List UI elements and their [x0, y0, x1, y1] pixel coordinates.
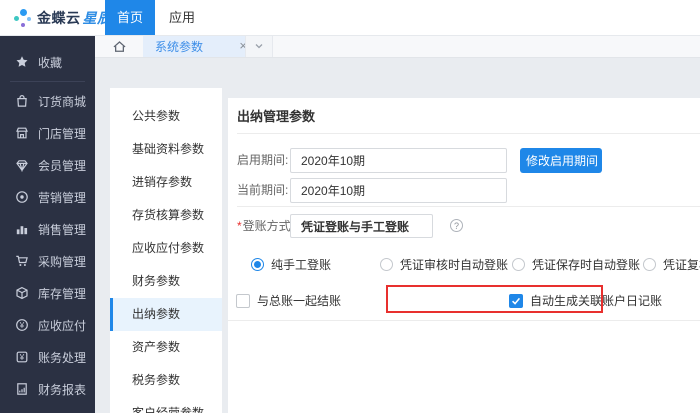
divider [237, 206, 700, 207]
sidebar-item-label: 账务处理 [38, 349, 86, 366]
nav-item-asset-params[interactable]: 资产参数 [110, 331, 222, 364]
posting-method-input[interactable] [290, 214, 433, 238]
checkbox-unchecked-icon [236, 294, 250, 308]
top-tab-home[interactable]: 首页 [105, 0, 155, 35]
page-title: 出纳管理参数 [237, 106, 315, 125]
home-icon[interactable] [112, 39, 127, 54]
modify-start-period-button[interactable]: 修改启用期间 [520, 148, 602, 173]
bar-chart-icon [15, 222, 29, 236]
top-bar: 金蝶云 星辰 专业版 首页 应用 [0, 0, 700, 36]
chevron-down-icon [253, 40, 265, 52]
sidebar-item-order-mall[interactable]: 订货商城 [0, 85, 95, 117]
sidebar-divider [10, 81, 85, 82]
checkbox-close-with-general-ledger[interactable]: 与总账一起结账 [236, 292, 341, 309]
checkbox-checked-icon [509, 294, 523, 308]
current-period-label: 当前期间: [237, 178, 288, 203]
document-tab-strip: 系统参数 × [95, 35, 700, 58]
sidebar-item-label: 销售管理 [38, 221, 86, 238]
sidebar-item-financial-reports[interactable]: 财务报表 [0, 373, 95, 405]
sidebar-item-label: 收藏 [38, 54, 62, 71]
sidebar-item-ar-ap[interactable]: ¥ 应收应付 [0, 309, 95, 341]
start-period-input[interactable] [290, 148, 507, 173]
svg-text:¥: ¥ [19, 353, 25, 362]
logo-dots-icon [13, 6, 32, 30]
sidebar-item-favorites[interactable]: 收藏 [0, 46, 95, 78]
radio-selected-icon [251, 258, 264, 271]
nav-item-stock-accounting-params[interactable]: 存货核算参数 [110, 199, 222, 232]
sidebar-item-label: 应收应付 [38, 317, 86, 334]
top-tab-apps[interactable]: 应用 [158, 0, 206, 35]
sidebar-item-label: 会员管理 [38, 157, 86, 174]
yen-square-icon: ¥ [15, 350, 29, 364]
cashier-params-panel: 出纳管理参数 启用期间: 修改启用期间 当前期间: *登账方式: ? 纯手工登账… [228, 98, 700, 413]
nav-item-finance-params[interactable]: 财务参数 [110, 265, 222, 298]
radio-pure-manual-posting[interactable]: 纯手工登账 [251, 256, 331, 273]
cube-icon [15, 286, 29, 300]
radio-auto-post-on-voucher-audit[interactable]: 凭证审核时自动登账 [380, 256, 508, 273]
sidebar-item-label: 门店管理 [38, 125, 86, 142]
nav-item-cashier-params[interactable]: 出纳参数 [110, 298, 222, 331]
report-icon [15, 382, 29, 396]
sidebar-item-accounting[interactable]: ¥ 账务处理 [0, 341, 95, 373]
sidebar-item-label: 采购管理 [38, 253, 86, 270]
divider [228, 320, 700, 321]
sidebar-item-store-mgmt[interactable]: 门店管理 [0, 117, 95, 149]
sidebar-item-sales-mgmt[interactable]: 销售管理 [0, 213, 95, 245]
doc-tab-system-params[interactable]: 系统参数 × [143, 35, 255, 57]
cart-icon [15, 254, 29, 268]
param-category-nav: 公共参数 基础资料参数 进销存参数 存货核算参数 应收应付参数 财务参数 出纳参… [110, 88, 222, 413]
svg-text:¥: ¥ [19, 321, 25, 330]
nav-item-ar-ap-params[interactable]: 应收应付参数 [110, 232, 222, 265]
nav-item-customer-ops-params[interactable]: 客户经营参数 [110, 397, 222, 413]
bag-icon [15, 94, 29, 108]
help-icon[interactable]: ? [450, 219, 463, 232]
doc-tab-label: 系统参数 [155, 38, 235, 55]
current-period-input[interactable] [290, 178, 507, 203]
posting-method-label: *登账方式: [237, 214, 294, 238]
sidebar-item-label: 订货商城 [38, 93, 86, 110]
sidebar-item-label: 库存管理 [38, 285, 86, 302]
yen-circle-icon: ¥ [15, 318, 29, 332]
radio-icon [512, 258, 525, 271]
app-window: 金蝶云 星辰 专业版 首页 应用 收藏 订货商城 门店管理 [0, 0, 700, 413]
sidebar-item-inventory-mgmt[interactable]: 库存管理 [0, 277, 95, 309]
member-diamond-icon [15, 158, 29, 172]
brand-name: 金蝶云 [37, 8, 81, 28]
nav-item-inv-purchase-sales-params[interactable]: 进销存参数 [110, 166, 222, 199]
checkbox-auto-generate-linked-account-journal[interactable]: 自动生成关联账户日记账 [509, 292, 662, 309]
radio-icon [643, 258, 656, 271]
divider [237, 133, 700, 134]
sidebar: 收藏 订货商城 门店管理 会员管理 营销管理 [0, 35, 95, 413]
tab-list-dropdown[interactable] [245, 35, 273, 57]
store-icon [15, 126, 29, 140]
nav-item-tax-params[interactable]: 税务参数 [110, 364, 222, 397]
sidebar-item-purchase-mgmt[interactable]: 采购管理 [0, 245, 95, 277]
star-icon [15, 55, 29, 69]
radio-icon [380, 258, 393, 271]
nav-item-common-params[interactable]: 公共参数 [110, 100, 222, 133]
required-asterisk: * [237, 219, 242, 233]
sidebar-item-member-mgmt[interactable]: 会员管理 [0, 149, 95, 181]
target-icon [15, 190, 29, 204]
sidebar-item-marketing-mgmt[interactable]: 营销管理 [0, 181, 95, 213]
radio-auto-post-on-voucher-save[interactable]: 凭证保存时自动登账 [512, 256, 640, 273]
nav-item-base-data-params[interactable]: 基础资料参数 [110, 133, 222, 166]
start-period-label: 启用期间: [237, 148, 288, 173]
sidebar-item-label: 营销管理 [38, 189, 86, 206]
radio-auto-post-on-voucher-review[interactable]: 凭证复核时自动登账 [643, 256, 700, 273]
sidebar-item-label: 财务报表 [38, 381, 86, 398]
